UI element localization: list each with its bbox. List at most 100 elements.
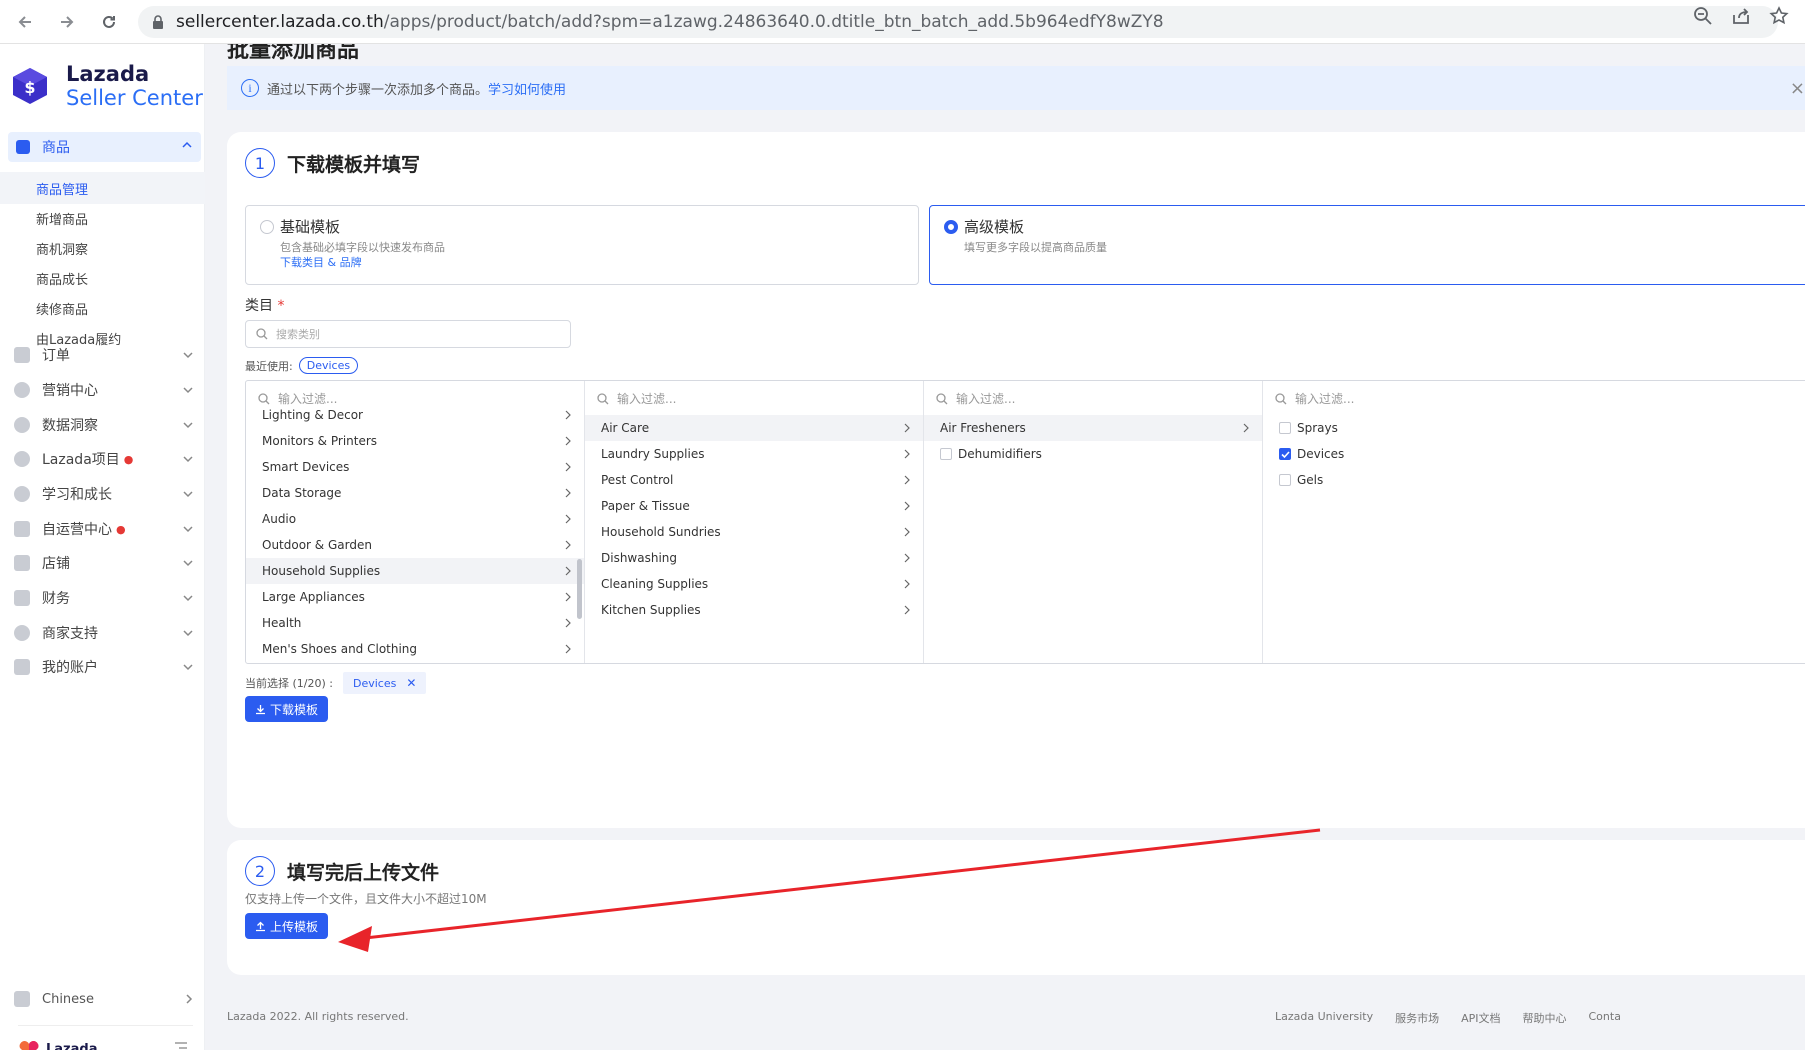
share-icon[interactable] — [1731, 6, 1751, 26]
subnav-opportunity-insights[interactable]: 商机洞察 — [0, 232, 205, 264]
checkbox[interactable] — [940, 448, 952, 460]
list-item[interactable]: Pest Control — [585, 467, 923, 493]
chevron-down-icon — [183, 352, 193, 359]
wallet-icon — [14, 590, 30, 606]
list-item-selected[interactable]: Air Fresheners — [924, 415, 1262, 441]
subnav-add-product[interactable]: 新增商品 — [0, 202, 205, 234]
brand-subtitle: Seller Center — [66, 86, 203, 110]
step-title: 填写完后上传文件 — [287, 861, 440, 884]
download-template-button[interactable]: 下载模板 — [245, 696, 329, 722]
list-item[interactable]: Smart Devices — [246, 454, 584, 480]
subnav-product-management[interactable]: 商品管理 — [0, 172, 205, 204]
help-icon — [14, 625, 30, 641]
list-item[interactable]: Audio — [246, 506, 584, 532]
checkbox[interactable] — [1279, 474, 1291, 486]
bookmark-star-icon[interactable] — [1769, 6, 1789, 26]
filter-input[interactable]: 输入过滤... — [936, 390, 1015, 407]
footer-link[interactable]: API文档 — [1461, 1010, 1500, 1026]
chevron-right-icon — [904, 423, 910, 433]
learn-how-link[interactable]: 学习如何使用 — [488, 79, 566, 98]
list-item[interactable]: Health — [246, 610, 584, 636]
chevron-down-icon — [183, 630, 193, 637]
cascader-column-3: 输入过滤... Air Fresheners Dehumidifiers — [924, 381, 1263, 663]
cascader-column-2: 输入过滤... Air Care Laundry Supplies Pest C… — [585, 381, 924, 663]
footer-link[interactable]: Lazada University — [1275, 1010, 1373, 1026]
language-switcher[interactable]: Chinese — [14, 984, 199, 1014]
menu-fold-icon[interactable] — [174, 1042, 188, 1050]
list-item[interactable]: Household Sundries — [585, 519, 923, 545]
list-item[interactable]: Cleaning Supplies — [585, 571, 923, 597]
sidebar-item-seller-support[interactable]: 商家支持 — [14, 618, 204, 648]
subnav-fix-products[interactable]: 续修商品 — [0, 292, 205, 324]
sidebar-item-learning[interactable]: 学习和成长 — [14, 479, 204, 509]
list-item[interactable]: Sprays — [1263, 415, 1805, 441]
sidebar-item-self-operation[interactable]: 自运营中心 ● — [14, 514, 204, 544]
sidebar-item-marketing[interactable]: 营销中心 — [14, 375, 204, 405]
footer-link[interactable]: Conta — [1589, 1010, 1621, 1026]
sidebar-item-data-insights[interactable]: 数据洞察 — [14, 410, 204, 440]
list-item-selected[interactable]: Air Care — [585, 415, 923, 441]
list-item[interactable]: Lighting & Decor — [246, 402, 584, 428]
list-item[interactable]: Monitors & Printers — [246, 428, 584, 454]
scrollbar[interactable] — [577, 559, 582, 619]
radio-basic[interactable] — [260, 220, 274, 234]
nav-section-products[interactable]: 商品 — [8, 132, 201, 162]
list-item[interactable]: Gels — [1263, 467, 1805, 493]
download-icon — [256, 704, 265, 714]
forward-icon[interactable] — [50, 5, 84, 39]
list-item[interactable]: Devices — [1263, 441, 1805, 467]
footer-link[interactable]: 帮助中心 — [1523, 1010, 1567, 1026]
sidebar-item-finance[interactable]: 财务 — [14, 583, 204, 613]
radio-advanced[interactable] — [944, 220, 958, 234]
upload-template-button[interactable]: 上传模板 — [245, 913, 329, 939]
cascader-column-4: 输入过滤... Sprays Devices Gels — [1263, 381, 1805, 663]
learning-icon — [14, 486, 30, 502]
list-item[interactable]: Outdoor & Garden — [246, 532, 584, 558]
recent-tag[interactable]: Devices — [298, 357, 359, 374]
step-number: 2 — [245, 856, 275, 886]
list-item[interactable]: Large Appliances — [246, 584, 584, 610]
brand-name: Lazada — [66, 62, 150, 86]
lazada-logo-icon: $ — [13, 68, 47, 104]
filter-input[interactable]: 输入过滤... — [1275, 390, 1354, 407]
chevron-right-icon — [186, 994, 193, 1004]
chevron-right-icon — [1243, 423, 1249, 433]
logo[interactable]: $ Lazada Seller Center — [10, 62, 203, 110]
list-item[interactable]: Laundry Supplies — [585, 441, 923, 467]
reload-icon[interactable] — [92, 5, 126, 39]
category-search-input[interactable]: 搜索类别 — [245, 320, 571, 348]
zoom-icon[interactable] — [1693, 6, 1713, 26]
cascader-column-1: 输入过滤... Lighting & Decor Monitors & Prin… — [246, 381, 585, 663]
sidebar-item-my-account[interactable]: 我的账户 — [14, 652, 204, 682]
filter-input[interactable]: 输入过滤... — [597, 390, 676, 407]
sidebar-item-lazada-programs[interactable]: Lazada项目 ● — [14, 444, 204, 474]
sidebar-item-orders[interactable]: 订单 — [14, 340, 204, 370]
list-item[interactable]: Men's Shoes and Clothing — [246, 636, 584, 662]
advanced-template-option[interactable]: 高级模板 填写更多字段以提高商品质量 — [929, 205, 1805, 285]
list-item[interactable]: Data Storage — [246, 480, 584, 506]
subnav-product-growth[interactable]: 商品成长 — [0, 262, 205, 294]
category-cascader: 输入过滤... Lighting & Decor Monitors & Prin… — [245, 380, 1805, 664]
download-category-brand-link[interactable]: 下载类目 & 品牌 — [280, 254, 362, 270]
checkbox[interactable] — [1279, 422, 1291, 434]
back-icon[interactable] — [8, 5, 42, 39]
chevron-right-icon — [904, 605, 910, 615]
list-item-selected[interactable]: Household Supplies — [246, 558, 584, 584]
lazada-heart-icon — [19, 1041, 39, 1050]
address-bar[interactable]: sellercenter.lazada.co.th/apps/product/b… — [138, 6, 1778, 38]
remove-icon[interactable]: ✕ — [406, 676, 416, 690]
self-operation-icon — [14, 521, 30, 537]
list-item[interactable]: Dishwashing — [585, 545, 923, 571]
list-item[interactable]: Dehumidifiers — [924, 441, 1262, 467]
chevron-down-icon — [183, 422, 193, 429]
account-icon — [14, 659, 30, 675]
list-item[interactable]: Kitchen Supplies — [585, 597, 923, 623]
basic-template-option[interactable]: 基础模板 包含基础必填字段以快速发布商品 下载类目 & 品牌 — [245, 205, 919, 285]
sidebar-item-store[interactable]: 店铺 — [14, 548, 204, 578]
footer-link[interactable]: 服务市场 — [1395, 1010, 1439, 1026]
lazada-mini-logo[interactable]: Lazada — [18, 1040, 97, 1050]
chevron-down-icon — [183, 664, 193, 671]
checkbox-checked[interactable] — [1279, 448, 1291, 460]
close-icon[interactable]: × — [1790, 78, 1805, 99]
list-item[interactable]: Paper & Tissue — [585, 493, 923, 519]
